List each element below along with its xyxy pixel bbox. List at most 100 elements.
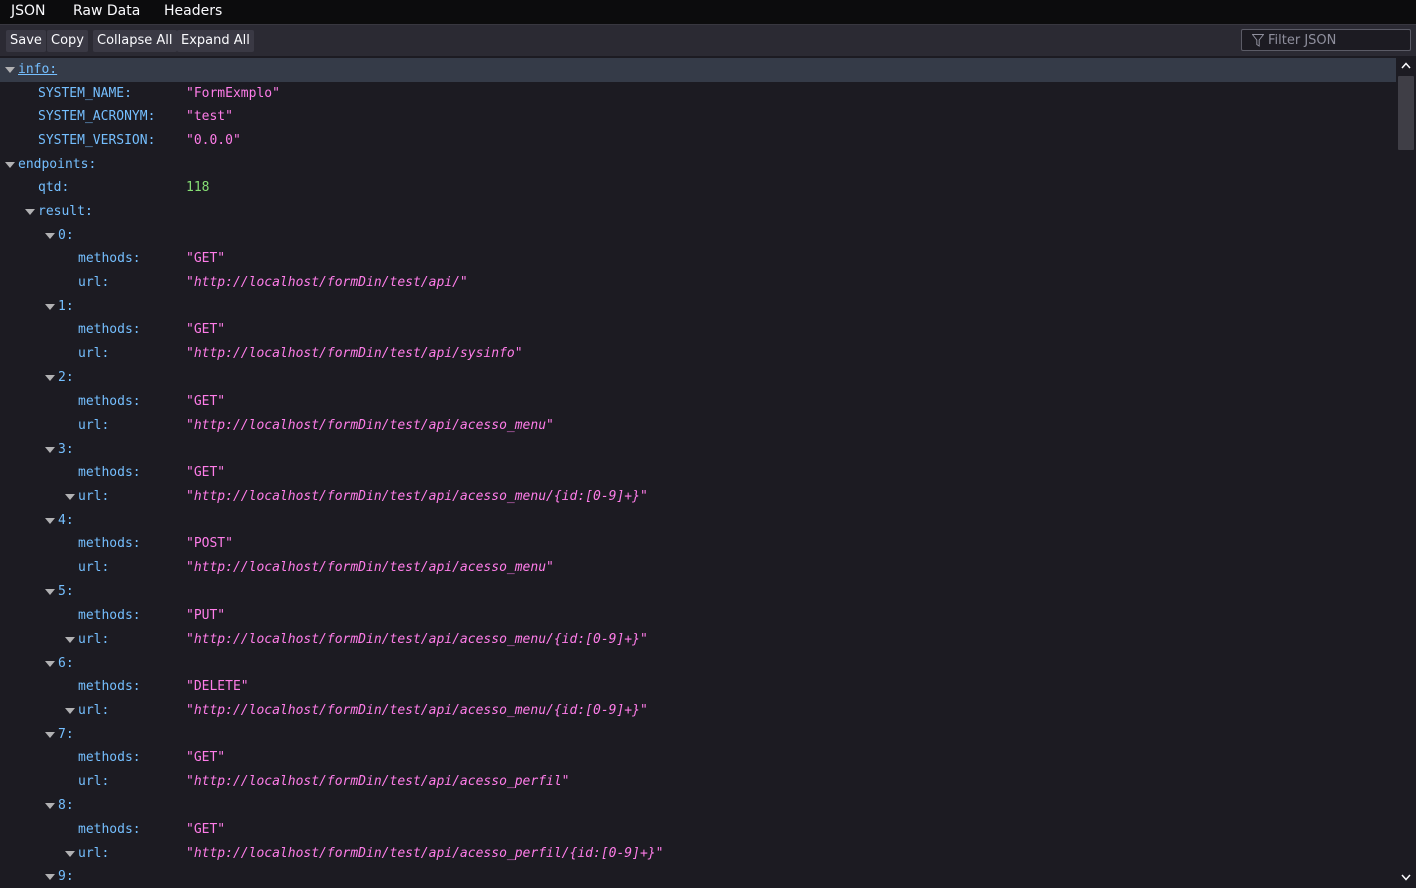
- tree-value: "http://localhost/formDin/test/api/acess…: [186, 774, 570, 789]
- tree-value: "FormExmplo": [186, 86, 280, 101]
- tree-value: "DELETE": [186, 679, 249, 694]
- tree-row-url[interactable]: url: "http://localhost/formDin/test/api/…: [0, 342, 1396, 366]
- tree-row-qtd[interactable]: qtd: 118: [0, 176, 1396, 200]
- tree-value: "0.0.0": [186, 133, 241, 148]
- triangle-down-icon[interactable]: [45, 233, 55, 239]
- triangle-down-icon[interactable]: [45, 661, 55, 667]
- tree-row-url[interactable]: url: "http://localhost/formDin/test/api/…: [0, 628, 1396, 652]
- expand-all-button[interactable]: Expand All: [177, 30, 254, 52]
- tree-key: url:: [78, 418, 110, 433]
- vertical-scrollbar[interactable]: [1396, 56, 1416, 888]
- copy-button[interactable]: Copy: [47, 30, 88, 52]
- tree-row-methods[interactable]: methods: "GET": [0, 390, 1396, 414]
- tree-row-url[interactable]: url: "http://localhost/formDin/test/api/…: [0, 842, 1396, 866]
- viewer-tab-bar: JSON Raw Data Headers: [0, 0, 1416, 25]
- triangle-down-icon[interactable]: [45, 874, 55, 880]
- tree-key: methods:: [78, 750, 141, 765]
- tree-value: "http://localhost/formDin/test/api/acess…: [186, 703, 648, 718]
- tree-value: "GET": [186, 465, 226, 480]
- tree-row-index[interactable]: 8:: [0, 794, 1396, 818]
- tree-row-methods[interactable]: methods: "DELETE": [0, 675, 1396, 699]
- tree-row-methods[interactable]: methods: "GET": [0, 818, 1396, 842]
- tree-key: url:: [78, 846, 110, 861]
- tree-row-methods[interactable]: methods: "GET": [0, 247, 1396, 271]
- triangle-down-icon[interactable]: [65, 708, 75, 714]
- tree-value: "http://localhost/formDin/test/api/acess…: [186, 560, 554, 575]
- tree-key: endpoints:: [18, 157, 97, 172]
- tree-row-index[interactable]: 3:: [0, 438, 1396, 462]
- filter-icon: [1252, 34, 1264, 47]
- triangle-down-icon[interactable]: [45, 304, 55, 310]
- tree-row-index[interactable]: 5:: [0, 580, 1396, 604]
- triangle-down-icon[interactable]: [5, 67, 15, 73]
- tree-key: methods:: [78, 251, 141, 266]
- tree-row-url[interactable]: url: "http://localhost/formDin/test/api/…: [0, 699, 1396, 723]
- tree-row-index[interactable]: 4:: [0, 509, 1396, 533]
- triangle-down-icon[interactable]: [65, 494, 75, 500]
- json-tree: info: SYSTEM_NAME: "FormExmplo" SYSTEM_A…: [0, 56, 1396, 888]
- tree-key: url:: [78, 774, 110, 789]
- triangle-down-icon[interactable]: [45, 518, 55, 524]
- triangle-down-icon[interactable]: [45, 589, 55, 595]
- tree-row-index[interactable]: 1:: [0, 295, 1396, 319]
- tree-row-system-acronym[interactable]: SYSTEM_ACRONYM: "test": [0, 105, 1396, 129]
- tree-value: "GET": [186, 322, 226, 337]
- tree-row-result[interactable]: result:: [0, 200, 1396, 224]
- triangle-down-icon[interactable]: [25, 209, 35, 215]
- tree-value: "GET": [186, 394, 226, 409]
- tree-key: url:: [78, 275, 110, 290]
- tree-value: "http://localhost/formDin/test/api/": [186, 275, 468, 290]
- triangle-down-icon[interactable]: [45, 375, 55, 381]
- tree-row-methods[interactable]: methods: "GET": [0, 318, 1396, 342]
- tree-row-url[interactable]: url: "http://localhost/formDin/test/api/…: [0, 556, 1396, 580]
- tree-row-methods[interactable]: methods: "POST": [0, 532, 1396, 556]
- triangle-down-icon[interactable]: [45, 732, 55, 738]
- tree-key: methods:: [78, 322, 141, 337]
- tree-row-index[interactable]: 6:: [0, 652, 1396, 676]
- tree-row-index[interactable]: 0:: [0, 224, 1396, 248]
- triangle-down-icon[interactable]: [5, 162, 15, 168]
- tree-row-methods[interactable]: methods: "PUT": [0, 604, 1396, 628]
- triangle-down-icon[interactable]: [65, 637, 75, 643]
- tree-row-url[interactable]: url: "http://localhost/formDin/test/api/…: [0, 414, 1396, 438]
- tree-value: "GET": [186, 750, 226, 765]
- tree-row-url[interactable]: url: "http://localhost/formDin/test/api/…: [0, 770, 1396, 794]
- tree-value: "test": [186, 109, 233, 124]
- tree-key: url:: [78, 346, 110, 361]
- tree-value: "http://localhost/formDin/test/api/sysin…: [186, 346, 523, 361]
- tree-row-url[interactable]: url: "http://localhost/formDin/test/api/…: [0, 271, 1396, 295]
- filter-json-field[interactable]: [1241, 29, 1411, 51]
- triangle-down-icon[interactable]: [65, 851, 75, 857]
- tab-raw-data[interactable]: Raw Data: [73, 0, 140, 24]
- tree-key: 8:: [58, 798, 74, 813]
- tree-value: "POST": [186, 536, 233, 551]
- tree-row-index[interactable]: 7:: [0, 723, 1396, 747]
- tree-row-system-name[interactable]: SYSTEM_NAME: "FormExmplo": [0, 82, 1396, 106]
- tree-row-index[interactable]: 9:: [0, 865, 1396, 888]
- tree-row-system-version[interactable]: SYSTEM_VERSION: "0.0.0": [0, 129, 1396, 153]
- tree-row-index[interactable]: 2:: [0, 366, 1396, 390]
- tree-value: "PUT": [186, 608, 226, 623]
- tab-headers[interactable]: Headers: [164, 0, 222, 24]
- tree-row-methods[interactable]: methods: "GET": [0, 461, 1396, 485]
- tree-key: result:: [38, 204, 93, 219]
- tree-key: 2:: [58, 370, 74, 385]
- scrollbar-thumb[interactable]: [1398, 76, 1414, 150]
- triangle-down-icon[interactable]: [45, 447, 55, 453]
- filter-json-input[interactable]: [1268, 30, 1408, 50]
- tab-json[interactable]: JSON: [11, 0, 46, 25]
- triangle-down-icon[interactable]: [45, 803, 55, 809]
- tree-row-info[interactable]: info:: [0, 58, 1396, 82]
- json-toolbar: Save Copy Collapse All Expand All: [0, 24, 1416, 56]
- scroll-up-arrow-icon[interactable]: [1401, 62, 1411, 69]
- save-button[interactable]: Save: [6, 30, 46, 52]
- tree-key: url:: [78, 560, 110, 575]
- tree-row-endpoints[interactable]: endpoints:: [0, 153, 1396, 177]
- scroll-down-arrow-icon[interactable]: [1401, 874, 1411, 881]
- tree-row-methods[interactable]: methods: "GET": [0, 746, 1396, 770]
- tree-value: 118: [186, 180, 210, 195]
- tree-row-url[interactable]: url: "http://localhost/formDin/test/api/…: [0, 485, 1396, 509]
- tree-key: 4:: [58, 513, 74, 528]
- tree-key: url:: [78, 489, 110, 504]
- collapse-all-button[interactable]: Collapse All: [93, 30, 177, 52]
